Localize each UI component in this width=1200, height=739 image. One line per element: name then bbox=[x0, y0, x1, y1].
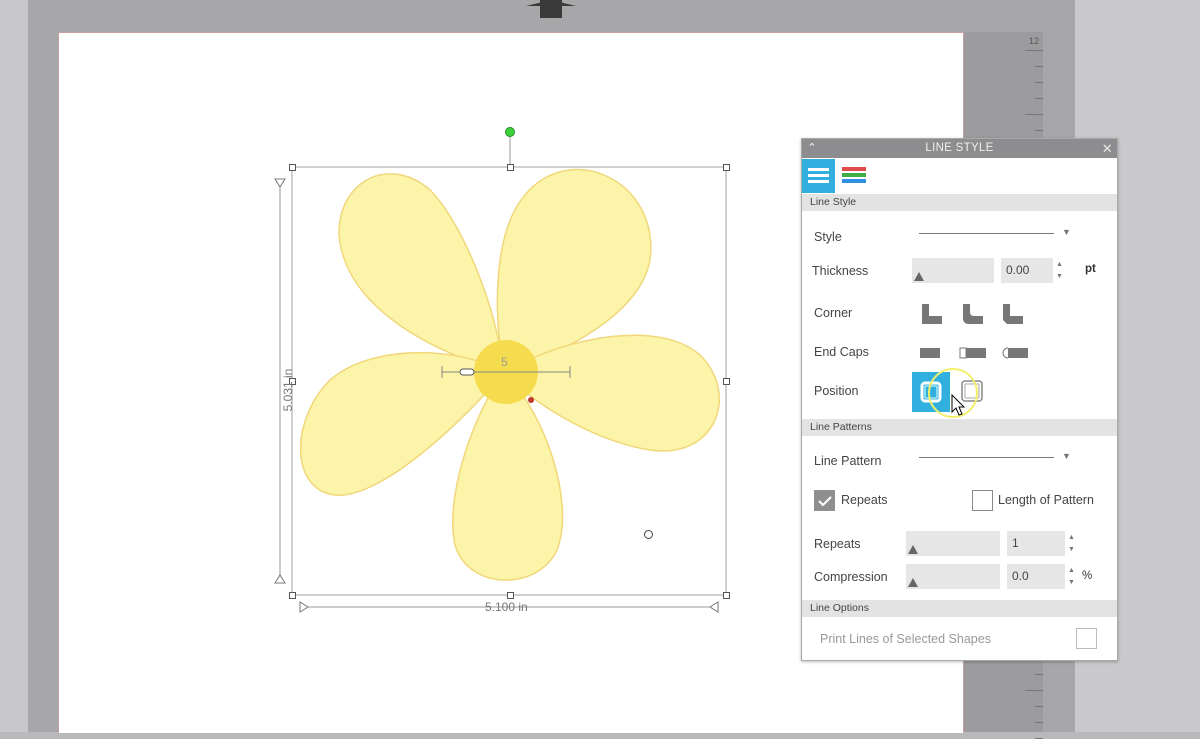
repeats-slider[interactable] bbox=[906, 531, 1000, 556]
mouse-pointer-icon bbox=[951, 394, 966, 416]
line-color-icon bbox=[842, 167, 866, 183]
repeats-spinner-up-icon[interactable]: ▲ bbox=[1068, 533, 1075, 542]
resize-handle-right[interactable] bbox=[723, 378, 730, 385]
length-of-pattern-label: Length of Pattern bbox=[998, 493, 1094, 507]
endcap-square-icon[interactable] bbox=[959, 346, 987, 360]
compression-spinner-up-icon[interactable]: ▲ bbox=[1068, 566, 1075, 575]
ruler-tick bbox=[1035, 82, 1043, 83]
resize-handle-bottom-left[interactable] bbox=[289, 592, 296, 599]
selection-box bbox=[274, 137, 727, 613]
repeats-input[interactable]: 1 bbox=[1007, 531, 1065, 556]
line-color-tab[interactable] bbox=[838, 159, 871, 193]
checkmark-icon bbox=[818, 496, 832, 507]
width-dimension-label: 5.100 in bbox=[485, 600, 528, 614]
print-lines-label: Print Lines of Selected Shapes bbox=[820, 632, 991, 646]
resize-handle-top-right[interactable] bbox=[723, 164, 730, 171]
compression-input[interactable]: 0.0 bbox=[1007, 564, 1065, 589]
workspace-left-edge bbox=[0, 0, 28, 732]
section-line-options: Line Options bbox=[802, 600, 1117, 617]
panel-title-bar[interactable]: ⌃ LINE STYLE ✕ bbox=[802, 139, 1117, 158]
ruler-tick bbox=[1025, 690, 1043, 691]
line-style-icon bbox=[808, 168, 829, 183]
height-dimension-label: 5.031 in bbox=[281, 368, 295, 412]
endcap-round-icon[interactable] bbox=[1001, 346, 1029, 360]
line-style-tab[interactable] bbox=[802, 159, 835, 193]
repeats-spinner-down-icon[interactable]: ▼ bbox=[1068, 545, 1075, 554]
corner-round-icon[interactable] bbox=[961, 302, 985, 326]
compression-unit: % bbox=[1082, 570, 1093, 582]
resize-handle-top[interactable] bbox=[507, 164, 514, 171]
thickness-spinner-down-icon[interactable]: ▼ bbox=[1056, 272, 1063, 281]
ruler-tick bbox=[1025, 114, 1043, 115]
line-pattern-dropdown[interactable]: ▼ bbox=[916, 449, 1076, 465]
resize-handle-top-left[interactable] bbox=[289, 164, 296, 171]
chevron-down-icon: ▼ bbox=[1062, 227, 1071, 237]
panel-title: LINE STYLE bbox=[925, 142, 994, 154]
corner-bevel-icon[interactable] bbox=[1001, 302, 1025, 326]
style-label: Style bbox=[814, 230, 842, 244]
ruler-tick bbox=[1035, 706, 1043, 707]
close-icon[interactable]: ✕ bbox=[1102, 139, 1113, 158]
position-label: Position bbox=[814, 384, 859, 398]
thickness-slider[interactable] bbox=[912, 258, 994, 283]
resize-handle-bottom[interactable] bbox=[507, 592, 514, 599]
compression-slider[interactable] bbox=[906, 564, 1000, 589]
ruler-tick bbox=[1035, 130, 1043, 131]
style-dropdown[interactable]: ▼ bbox=[916, 225, 1076, 241]
repeats-label: Repeats bbox=[814, 537, 861, 551]
endcap-butt-icon[interactable] bbox=[919, 346, 941, 360]
ruler-tick bbox=[1035, 98, 1043, 99]
chevron-down-icon: ▼ bbox=[1062, 451, 1071, 461]
endcaps-label: End Caps bbox=[814, 345, 869, 359]
lock-handle[interactable] bbox=[644, 530, 653, 539]
collapse-icon[interactable]: ⌃ bbox=[805, 141, 819, 155]
section-line-style: Line Style bbox=[802, 194, 1117, 211]
rotate-handle[interactable] bbox=[505, 127, 515, 137]
compression-label: Compression bbox=[814, 570, 888, 584]
ruler-tick bbox=[1035, 674, 1043, 675]
thickness-input[interactable]: 0.00 bbox=[1001, 258, 1053, 283]
line-pattern-label: Line Pattern bbox=[814, 454, 882, 468]
thickness-unit: pt bbox=[1085, 263, 1096, 275]
scroll-up-arrow-icon[interactable] bbox=[526, 0, 576, 18]
ruler-tick bbox=[1025, 50, 1043, 51]
repeats-checkbox-label: Repeats bbox=[841, 493, 888, 507]
section-line-patterns: Line Patterns bbox=[802, 419, 1117, 436]
resize-handle-bottom-right[interactable] bbox=[723, 592, 730, 599]
ruler-tick bbox=[1035, 722, 1043, 723]
length-of-pattern-checkbox[interactable] bbox=[972, 490, 993, 511]
print-lines-checkbox[interactable] bbox=[1076, 628, 1097, 649]
thickness-label: Thickness bbox=[812, 264, 869, 278]
corner-miter-icon[interactable] bbox=[920, 302, 944, 326]
ruler-tick bbox=[1035, 66, 1043, 67]
ruler-number: 12 bbox=[1029, 36, 1040, 46]
thickness-spinner-up-icon[interactable]: ▲ bbox=[1056, 260, 1063, 269]
corner-label: Corner bbox=[814, 306, 853, 320]
compression-spinner-down-icon[interactable]: ▼ bbox=[1068, 578, 1075, 587]
repeats-checkbox[interactable] bbox=[814, 490, 835, 511]
